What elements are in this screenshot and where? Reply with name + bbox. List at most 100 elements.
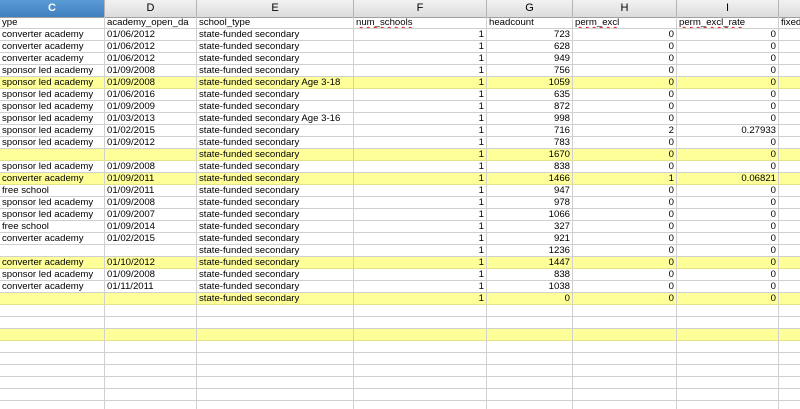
table-cell[interactable] <box>779 245 800 257</box>
header-cell[interactable]: academy_open_da <box>105 17 197 29</box>
table-cell[interactable] <box>0 317 105 329</box>
table-cell[interactable]: 0 <box>573 269 677 281</box>
table-cell[interactable] <box>0 149 105 161</box>
table-cell[interactable]: 01/11/2011 <box>105 281 197 293</box>
table-cell[interactable]: 1038 <box>487 281 573 293</box>
table-cell[interactable]: free school <box>0 185 105 197</box>
table-cell[interactable] <box>487 341 573 353</box>
table-cell[interactable] <box>105 149 197 161</box>
table-cell[interactable] <box>487 401 573 409</box>
table-cell[interactable]: 0 <box>677 293 779 305</box>
table-cell[interactable] <box>779 185 800 197</box>
table-cell[interactable] <box>354 317 487 329</box>
table-cell[interactable]: 1 <box>354 149 487 161</box>
table-cell[interactable] <box>677 305 779 317</box>
table-cell[interactable]: 1 <box>354 101 487 113</box>
table-cell[interactable] <box>779 233 800 245</box>
table-cell[interactable]: state-funded secondary <box>197 89 354 101</box>
table-cell[interactable]: 921 <box>487 233 573 245</box>
table-cell[interactable] <box>354 365 487 377</box>
header-cell[interactable]: perm_excl <box>573 17 677 29</box>
table-cell[interactable]: 0 <box>677 161 779 173</box>
table-cell[interactable] <box>487 317 573 329</box>
table-cell[interactable] <box>779 281 800 293</box>
table-cell[interactable]: sponsor led academy <box>0 137 105 149</box>
table-cell[interactable]: 1 <box>354 269 487 281</box>
table-cell[interactable]: 723 <box>487 29 573 41</box>
table-cell[interactable]: 949 <box>487 53 573 65</box>
table-cell[interactable] <box>779 137 800 149</box>
table-cell[interactable]: 0 <box>677 197 779 209</box>
table-cell[interactable] <box>573 317 677 329</box>
table-cell[interactable]: 1 <box>354 137 487 149</box>
table-cell[interactable]: 0 <box>573 257 677 269</box>
table-cell[interactable] <box>105 389 197 401</box>
table-cell[interactable] <box>354 389 487 401</box>
table-cell[interactable] <box>573 341 677 353</box>
table-cell[interactable]: 0 <box>487 293 573 305</box>
table-cell[interactable]: 0 <box>573 197 677 209</box>
table-cell[interactable]: state-funded secondary <box>197 53 354 65</box>
table-cell[interactable]: 998 <box>487 113 573 125</box>
table-cell[interactable] <box>0 245 105 257</box>
table-cell[interactable]: 01/03/2013 <box>105 113 197 125</box>
table-cell[interactable]: 0 <box>677 53 779 65</box>
table-cell[interactable]: 0 <box>677 281 779 293</box>
table-cell[interactable]: 01/02/2015 <box>105 233 197 245</box>
table-cell[interactable] <box>573 401 677 409</box>
table-cell[interactable]: state-funded secondary <box>197 245 354 257</box>
header-cell[interactable]: num_schools <box>354 17 487 29</box>
table-cell[interactable] <box>779 293 800 305</box>
table-cell[interactable]: state-funded secondary <box>197 137 354 149</box>
table-cell[interactable] <box>779 173 800 185</box>
table-cell[interactable] <box>573 377 677 389</box>
table-cell[interactable]: state-funded secondary <box>197 41 354 53</box>
table-cell[interactable] <box>197 353 354 365</box>
table-cell[interactable]: 01/10/2012 <box>105 257 197 269</box>
table-cell[interactable]: 0 <box>677 209 779 221</box>
table-cell[interactable]: state-funded secondary <box>197 173 354 185</box>
table-cell[interactable]: sponsor led academy <box>0 125 105 137</box>
table-cell[interactable]: converter academy <box>0 173 105 185</box>
table-cell[interactable]: state-funded secondary <box>197 65 354 77</box>
table-cell[interactable]: state-funded secondary <box>197 221 354 233</box>
table-cell[interactable]: state-funded secondary Age 3-16 <box>197 113 354 125</box>
table-cell[interactable]: 01/09/2007 <box>105 209 197 221</box>
table-cell[interactable]: 01/06/2012 <box>105 41 197 53</box>
table-cell[interactable]: 978 <box>487 197 573 209</box>
table-cell[interactable]: 0 <box>677 149 779 161</box>
table-cell[interactable]: 0 <box>573 221 677 233</box>
table-cell[interactable] <box>487 329 573 341</box>
table-cell[interactable]: 01/06/2016 <box>105 89 197 101</box>
table-cell[interactable]: 1 <box>354 113 487 125</box>
table-cell[interactable]: 1 <box>354 293 487 305</box>
table-cell[interactable] <box>573 353 677 365</box>
table-cell[interactable]: 0.06821 <box>677 173 779 185</box>
table-cell[interactable]: 0 <box>677 233 779 245</box>
column-header-h[interactable]: H <box>573 0 677 17</box>
table-cell[interactable] <box>677 317 779 329</box>
table-cell[interactable]: 783 <box>487 137 573 149</box>
table-cell[interactable]: sponsor led academy <box>0 89 105 101</box>
table-cell[interactable] <box>197 329 354 341</box>
table-cell[interactable]: 0 <box>677 245 779 257</box>
table-cell[interactable] <box>779 113 800 125</box>
table-cell[interactable]: 01/09/2008 <box>105 77 197 89</box>
table-cell[interactable]: 0 <box>677 101 779 113</box>
table-cell[interactable]: 01/09/2014 <box>105 221 197 233</box>
table-cell[interactable] <box>0 353 105 365</box>
table-cell[interactable]: sponsor led academy <box>0 269 105 281</box>
table-cell[interactable] <box>0 329 105 341</box>
table-cell[interactable]: 1 <box>354 29 487 41</box>
table-cell[interactable]: 1 <box>354 197 487 209</box>
table-cell[interactable]: 01/06/2012 <box>105 53 197 65</box>
table-cell[interactable]: 01/09/2008 <box>105 161 197 173</box>
table-cell[interactable]: state-funded secondary <box>197 269 354 281</box>
table-cell[interactable]: state-funded secondary <box>197 161 354 173</box>
table-cell[interactable] <box>487 353 573 365</box>
table-cell[interactable]: state-funded secondary <box>197 281 354 293</box>
column-header-next[interactable] <box>779 0 800 17</box>
table-cell[interactable] <box>779 197 800 209</box>
table-cell[interactable] <box>779 317 800 329</box>
table-cell[interactable] <box>677 329 779 341</box>
